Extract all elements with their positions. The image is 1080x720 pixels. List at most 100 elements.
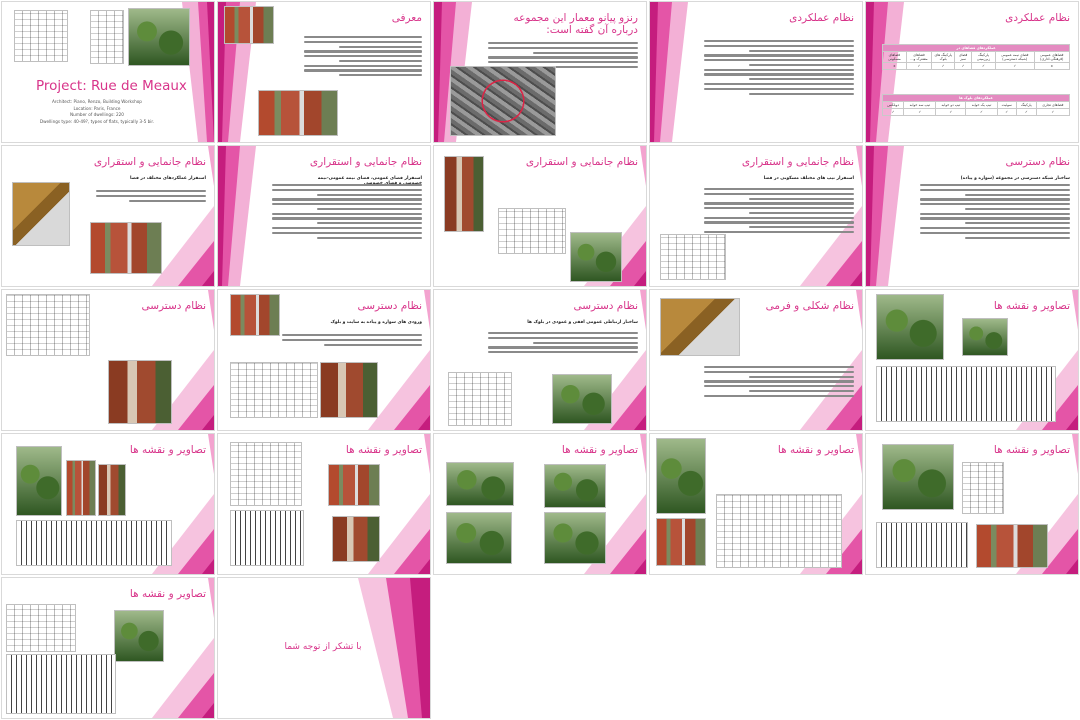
- slide-image: [6, 604, 76, 652]
- text-line: [339, 45, 422, 48]
- table-cell: ✓: [996, 108, 1017, 116]
- text-line: [488, 46, 638, 49]
- body-text: [704, 366, 854, 399]
- text-line: [704, 202, 854, 205]
- slide-title: نظام جانمایی و استقراری: [93, 156, 206, 168]
- slide-image: [656, 438, 706, 514]
- text-line: [317, 193, 422, 196]
- slide-title: نظام جانمایی و استقراری: [309, 156, 422, 168]
- slide-thumbnail-3[interactable]: رنزو پیانو معمار این مجموعه درباره آن گف…: [434, 2, 646, 142]
- text-line: [965, 222, 1070, 225]
- slide-image: [128, 8, 190, 66]
- text-line: [324, 343, 422, 346]
- slide-thumbnail-17[interactable]: تصاویر و نقشه ها: [218, 434, 430, 574]
- slide-image: [876, 522, 968, 568]
- text-line: [920, 188, 1070, 191]
- text-line: [749, 78, 854, 81]
- table-col: دوبلکس: [881, 101, 905, 109]
- slide-thumbnail-14[interactable]: نظام شکلی و فرمی: [650, 290, 862, 430]
- info-line: Architect: Piano, Renzo, Building Worksh…: [52, 99, 142, 104]
- slide-thumbnail-7[interactable]: نظام جانمایی و استقراری استقرار فضای عموم…: [218, 146, 430, 286]
- text-line: [965, 207, 1070, 211]
- text-line: [272, 203, 422, 206]
- text-line: [304, 36, 422, 39]
- text-line: [304, 64, 422, 67]
- text-line: [704, 87, 854, 90]
- slide-thumbnail-15[interactable]: تصاویر و نقشه ها: [866, 290, 1078, 430]
- slide-thumbnail-10[interactable]: نظام دسترسی ساختار شبکه دسترسی در مجموعه …: [866, 146, 1078, 286]
- text-line: [749, 49, 854, 52]
- slide-thumbnail-22[interactable]: با تشکر از توجه شما: [218, 578, 430, 718]
- slide-image: [98, 464, 126, 516]
- slide-thumbnail-8[interactable]: نظام جانمایی و استقراری: [434, 146, 646, 286]
- table-col: فضاهای تجاری: [1035, 101, 1071, 109]
- slide-thumbnail-5[interactable]: نظام عملکردی عملکردهای فضاهای در فضاهای …: [866, 2, 1078, 142]
- text-line: [704, 380, 854, 383]
- table-col: تیپ سه خوابه: [903, 101, 937, 109]
- slide-image: [444, 156, 484, 232]
- slide-image: [230, 442, 302, 506]
- slide-thumbnail-21[interactable]: تصاویر و نقشه ها: [2, 578, 214, 718]
- body-text: [96, 190, 206, 204]
- slide-thumbnail-12[interactable]: نظام دسترسی ورودی های سواره و پیاده به سا…: [218, 290, 430, 430]
- text-line: [704, 40, 854, 43]
- text-line: [965, 193, 1070, 196]
- slide-image: [448, 372, 512, 426]
- slide-image: [258, 90, 338, 136]
- slide-title: نظام عملکردی: [789, 12, 854, 24]
- text-line: [704, 59, 854, 62]
- text-line: [704, 68, 854, 71]
- slide-title: نظام دسترسی: [1005, 156, 1070, 168]
- text-line: [704, 221, 854, 224]
- text-line: [488, 336, 638, 339]
- slide-image: [320, 362, 378, 418]
- slide-thumbnail-2[interactable]: معرفی: [218, 2, 430, 142]
- thanks-text: با تشکر از توجه شما: [284, 642, 362, 652]
- table-cell: ✓: [903, 108, 937, 116]
- text-line: [920, 198, 1070, 201]
- slide-image: [570, 232, 622, 282]
- text-line: [920, 203, 1070, 206]
- table-cell: ✓: [931, 62, 956, 70]
- slide-thumbnail-1[interactable]: Project: Rue de Meaux Architect: Piano, R…: [2, 2, 214, 142]
- slide-thumbnail-20[interactable]: تصاویر و نقشه ها: [866, 434, 1078, 574]
- text-line: [317, 236, 422, 239]
- text-line: [920, 227, 1070, 230]
- slide-thumbnail-18[interactable]: تصاویر و نقشه ها: [434, 434, 646, 574]
- text-line: [282, 338, 422, 341]
- slide-title: نظام عملکردی: [1005, 12, 1070, 24]
- slide-image: [882, 444, 954, 510]
- slide-thumbnail-6[interactable]: نظام جانمایی و استقراری استقرار عملکردهای…: [2, 146, 214, 286]
- slide-thumbnail-4[interactable]: نظام عملکردی: [650, 2, 862, 142]
- table-cell: ✓: [965, 108, 998, 116]
- slide-thumbnail-19[interactable]: تصاویر و نقشه ها: [650, 434, 862, 574]
- table-cell: ✓: [954, 62, 973, 70]
- slide-image: [328, 464, 380, 506]
- table-cell: x: [882, 62, 907, 70]
- slide-image: [446, 462, 514, 506]
- text-line: [704, 370, 854, 373]
- slide-image: [230, 510, 304, 566]
- slide-thumbnail-11[interactable]: نظام دسترسی: [2, 290, 214, 430]
- info-line: Dwellings type: 40-49?, types of flats, …: [39, 119, 155, 125]
- text-line: [749, 211, 854, 215]
- body-text: [920, 184, 1070, 241]
- slide-image: [552, 374, 612, 424]
- slide-thumbnail-13[interactable]: نظام دسترسی ساختار ارتباطی عمومی افقی و ع…: [434, 290, 646, 430]
- table-col: فضاهای عمومی (فرهنگی-اداری): [1033, 51, 1071, 63]
- text-line: [749, 197, 854, 200]
- slide-thumbnail-9[interactable]: نظام جانمایی و استقراری استقرار تیپ های م…: [650, 146, 862, 286]
- text-line: [749, 63, 854, 67]
- text-line: [272, 212, 422, 215]
- slide-thumbnail-16[interactable]: تصاویر و نقشه ها: [2, 434, 214, 574]
- table-col: فضاهای مسکونی: [882, 51, 907, 63]
- table-col: فضاهای مشترک و...: [905, 51, 933, 63]
- slide-title: نظام دسترسی: [573, 300, 638, 312]
- info-line: Location: Paris, France: [73, 105, 121, 111]
- slide-image: [16, 446, 62, 516]
- text-line: [488, 61, 638, 64]
- blocks-table: عملکردهای بلوک ها فضاهای تجاری پارکینگ سوئ…: [881, 94, 1071, 116]
- text-line: [317, 222, 422, 225]
- body-text: [704, 40, 854, 97]
- table-col: فضای سبز: [954, 51, 973, 63]
